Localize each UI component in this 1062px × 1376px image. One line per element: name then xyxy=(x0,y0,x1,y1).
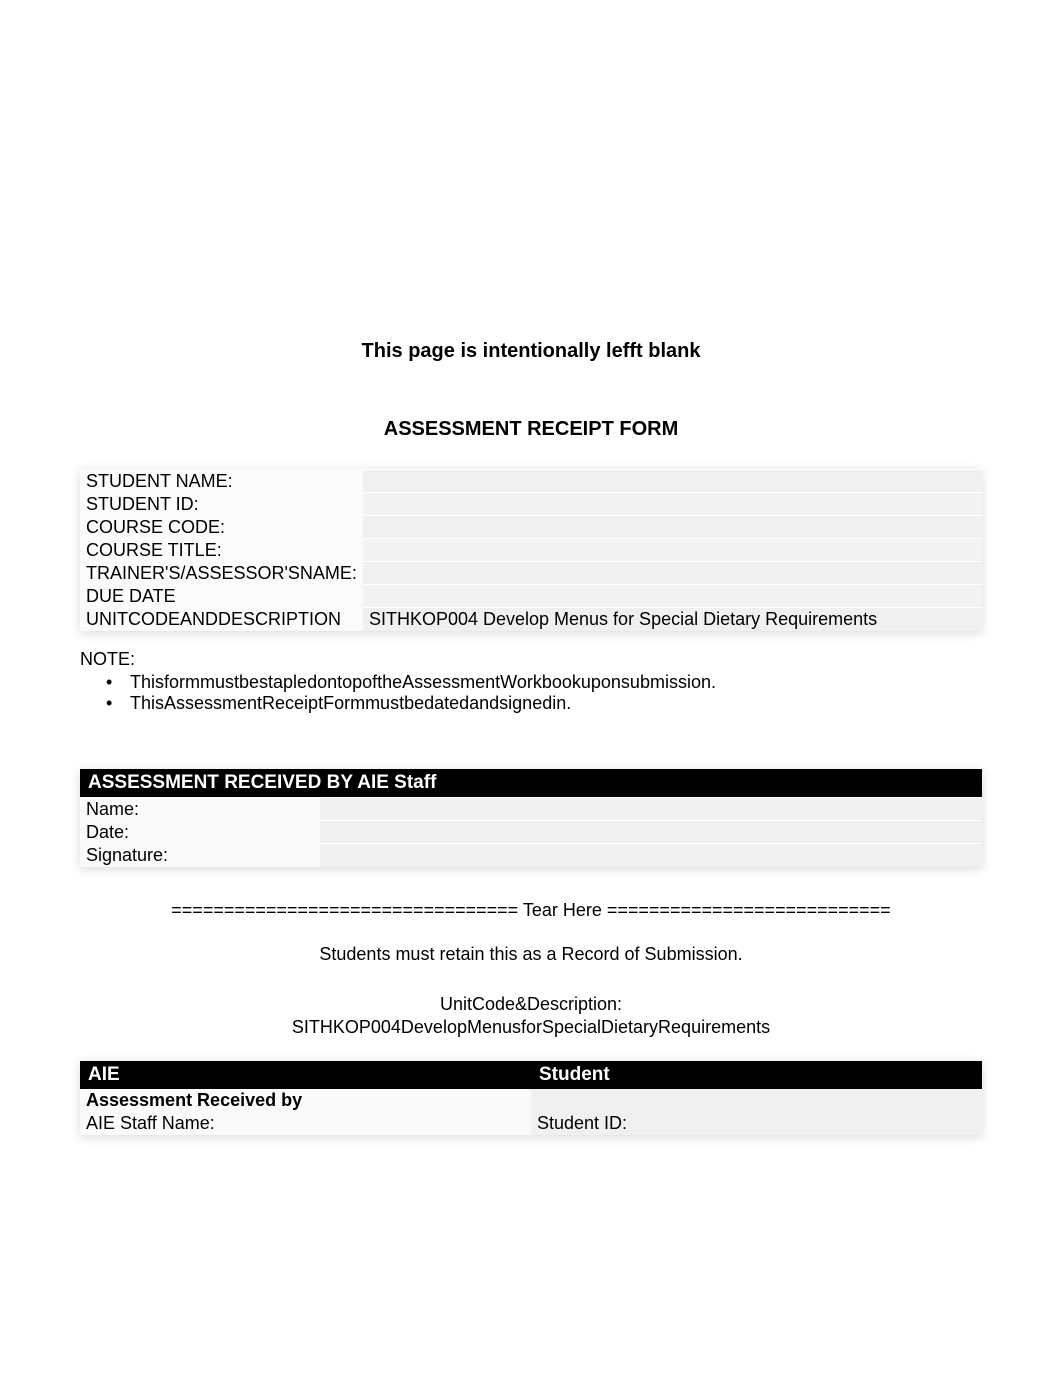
table-row: Date: xyxy=(80,821,982,844)
form-title: ASSESSMENT RECEIPT FORM xyxy=(80,418,982,441)
note-list: ThisformmustbestapledontopoftheAssessmen… xyxy=(80,672,982,714)
table-row: DUE DATE xyxy=(80,585,982,608)
field-value-student-id[interactable] xyxy=(363,493,982,516)
unit-description-block: UnitCode&Description: SITHKOP004DevelopM… xyxy=(80,993,982,1040)
field-value-name[interactable] xyxy=(320,798,982,821)
bottom-row1-right[interactable] xyxy=(531,1089,982,1112)
table-row: Name: xyxy=(80,798,982,821)
received-by-table: Name: Date: Signature: xyxy=(80,797,982,867)
unit-desc-label: UnitCode&Description: xyxy=(80,993,982,1016)
receipt-form-table: STUDENT NAME: STUDENT ID: COURSE CODE: C… xyxy=(80,469,982,631)
field-label-signature: Signature: xyxy=(80,844,320,867)
list-item: ThisAssessmentReceiptFormmustbedatedands… xyxy=(90,693,982,714)
field-label-trainer-name: TRAINER'S/ASSESSOR'SNAME: xyxy=(80,562,363,585)
table-row: STUDENT NAME: xyxy=(80,470,982,493)
field-value-student-name[interactable] xyxy=(363,470,982,493)
field-value-course-code[interactable] xyxy=(363,516,982,539)
field-value-unit-desc: SITHKOP004 Develop Menus for Special Die… xyxy=(363,608,982,632)
tear-here-divider: ================================= Tear H… xyxy=(100,897,962,924)
field-label-date: Date: xyxy=(80,821,320,844)
table-row: TRAINER'S/ASSESSOR'SNAME: xyxy=(80,562,982,585)
bottom-table: Assessment Received by AIE Staff Name: S… xyxy=(80,1089,982,1135)
table-row: STUDENT ID: xyxy=(80,493,982,516)
field-label-course-title: COURSE TITLE: xyxy=(80,539,363,562)
received-by-section: ASSESSMENT RECEIVED BY AIE Staff Name: D… xyxy=(80,769,982,867)
field-value-due-date[interactable] xyxy=(363,585,982,608)
bottom-record-section: AIE Student Assessment Received by AIE S… xyxy=(80,1061,982,1135)
list-item: ThisformmustbestapledontopoftheAssessmen… xyxy=(90,672,982,693)
field-value-course-title[interactable] xyxy=(363,539,982,562)
table-row: Assessment Received by xyxy=(80,1089,982,1112)
table-row: UNITCODEANDDESCRIPTION SITHKOP004 Develo… xyxy=(80,608,982,632)
table-row: COURSE TITLE: xyxy=(80,539,982,562)
note-heading: NOTE: xyxy=(80,649,982,670)
field-label-student-name: STUDENT NAME: xyxy=(80,470,363,493)
retain-notice: Students must retain this as a Record of… xyxy=(80,944,982,965)
bottom-header-row: AIE Student xyxy=(80,1061,982,1089)
field-value-signature[interactable] xyxy=(320,844,982,867)
field-label-unit-desc: UNITCODEANDDESCRIPTION xyxy=(80,608,363,632)
bottom-row2-left: AIE Staff Name: xyxy=(80,1112,531,1135)
field-label-course-code: COURSE CODE: xyxy=(80,516,363,539)
bottom-row2-right: Student ID: xyxy=(531,1112,982,1135)
field-label-name: Name: xyxy=(80,798,320,821)
bottom-header-aie: AIE xyxy=(80,1061,531,1089)
received-by-header: ASSESSMENT RECEIVED BY AIE Staff xyxy=(80,769,982,797)
blank-page-notice: This page is intentionally lefft blank xyxy=(80,340,982,363)
field-value-trainer-name[interactable] xyxy=(363,562,982,585)
bottom-header-student: Student xyxy=(531,1061,982,1089)
table-row: Signature: xyxy=(80,844,982,867)
table-row: COURSE CODE: xyxy=(80,516,982,539)
field-value-date[interactable] xyxy=(320,821,982,844)
field-label-student-id: STUDENT ID: xyxy=(80,493,363,516)
note-section: NOTE: ThisformmustbestapledontopoftheAss… xyxy=(80,649,982,714)
bottom-row1-left: Assessment Received by xyxy=(80,1089,531,1112)
unit-desc-value: SITHKOP004DevelopMenusforSpecialDietaryR… xyxy=(80,1016,982,1039)
field-label-due-date: DUE DATE xyxy=(80,585,363,608)
table-row: AIE Staff Name: Student ID: xyxy=(80,1112,982,1135)
